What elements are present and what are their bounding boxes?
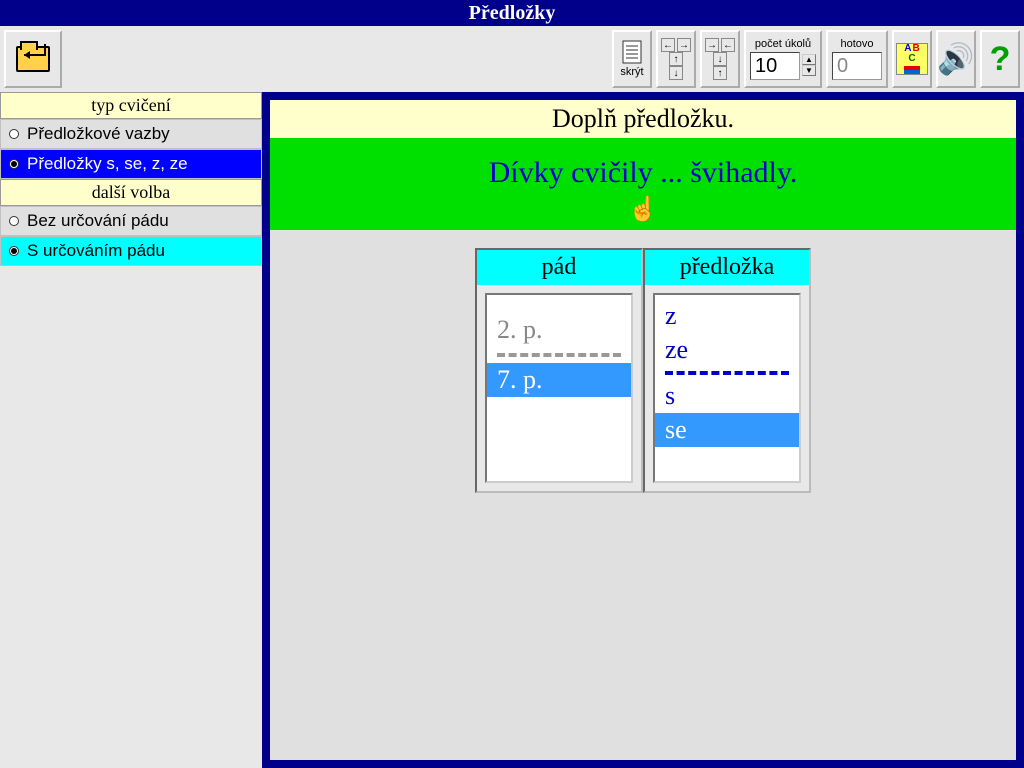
answer-table: pád 2. p. 7. p. předložka z ze s se [270, 248, 1016, 493]
column-pad-header: pád [477, 250, 641, 285]
task-count-value[interactable]: 10 [750, 52, 800, 80]
sentence-text: Dívky cvičily ... švihadly. [270, 156, 1016, 190]
radio-bez-padu[interactable]: Bez určování pádu [0, 206, 262, 236]
hint-hand-icon[interactable]: ☝️ [628, 195, 658, 224]
abc-icon: A B C [896, 43, 928, 75]
radio-s-padem[interactable]: S určováním pádu [0, 236, 262, 266]
column-pad: pád 2. p. 7. p. [475, 248, 643, 493]
task-title: Doplň předložku. [270, 100, 1016, 138]
main-area: Doplň předložku. Dívky cvičily ... šviha… [262, 92, 1024, 768]
page-icon [621, 40, 643, 64]
divider [497, 353, 621, 357]
help-button[interactable]: ? [980, 30, 1020, 88]
predlozka-option-ze[interactable]: ze [655, 333, 799, 367]
radio-icon [9, 216, 19, 226]
sidebar: typ cvičení Předložkové vazby Předložky … [0, 92, 262, 768]
radio-predlozky-ssezze[interactable]: Předložky s, se, z, ze [0, 149, 262, 179]
back-folder-button[interactable] [4, 30, 62, 88]
predlozka-option-se[interactable]: se [655, 413, 799, 447]
predlozka-option-z[interactable]: z [655, 295, 799, 333]
expand-out-button[interactable]: ←→ ↑ ↓ [656, 30, 696, 88]
sidebar-header-more: další volba [0, 179, 262, 206]
help-icon: ? [990, 40, 1011, 79]
radio-icon [9, 159, 19, 169]
hide-label: skrýt [620, 66, 643, 78]
predlozka-option-s[interactable]: s [655, 379, 799, 413]
task-count-up[interactable]: ▲ [802, 54, 816, 65]
pad-option-2p[interactable]: 2. p. [487, 295, 631, 347]
task-count-down[interactable]: ▼ [802, 65, 816, 76]
task-count-label: počet úkolů [755, 38, 811, 50]
divider [665, 371, 789, 375]
column-predlozka-header: předložka [645, 250, 809, 285]
sidebar-header-type: typ cvičení [0, 92, 262, 119]
radio-label: Předložkové vazby [27, 124, 170, 144]
window-title: Předložky [0, 0, 1024, 26]
hide-button[interactable]: skrýt [612, 30, 652, 88]
radio-icon [9, 129, 19, 139]
sentence-band: Dívky cvičily ... švihadly. ☝️ [270, 138, 1016, 230]
folder-up-icon [16, 46, 50, 72]
speaker-icon: 🔊 [937, 42, 974, 77]
radio-icon [9, 246, 19, 256]
done-group: hotovo 0 [826, 30, 888, 88]
abc-button[interactable]: A B C [892, 30, 932, 88]
toolbar: skrýt ←→ ↑ ↓ →← ↓ ↑ počet úkolů 10 ▲ ▼ h… [0, 26, 1024, 92]
pad-option-7p[interactable]: 7. p. [487, 363, 631, 397]
radio-label: S určováním pádu [27, 241, 165, 261]
done-label: hotovo [840, 38, 873, 50]
radio-label: Předložky s, se, z, ze [27, 154, 188, 174]
radio-predlozkove-vazby[interactable]: Předložkové vazby [0, 119, 262, 149]
sound-button[interactable]: 🔊 [936, 30, 976, 88]
column-predlozka: předložka z ze s se [643, 248, 811, 493]
task-count-group: počet úkolů 10 ▲ ▼ [744, 30, 822, 88]
expand-in-button[interactable]: →← ↓ ↑ [700, 30, 740, 88]
done-value: 0 [832, 52, 882, 80]
radio-label: Bez určování pádu [27, 211, 169, 231]
